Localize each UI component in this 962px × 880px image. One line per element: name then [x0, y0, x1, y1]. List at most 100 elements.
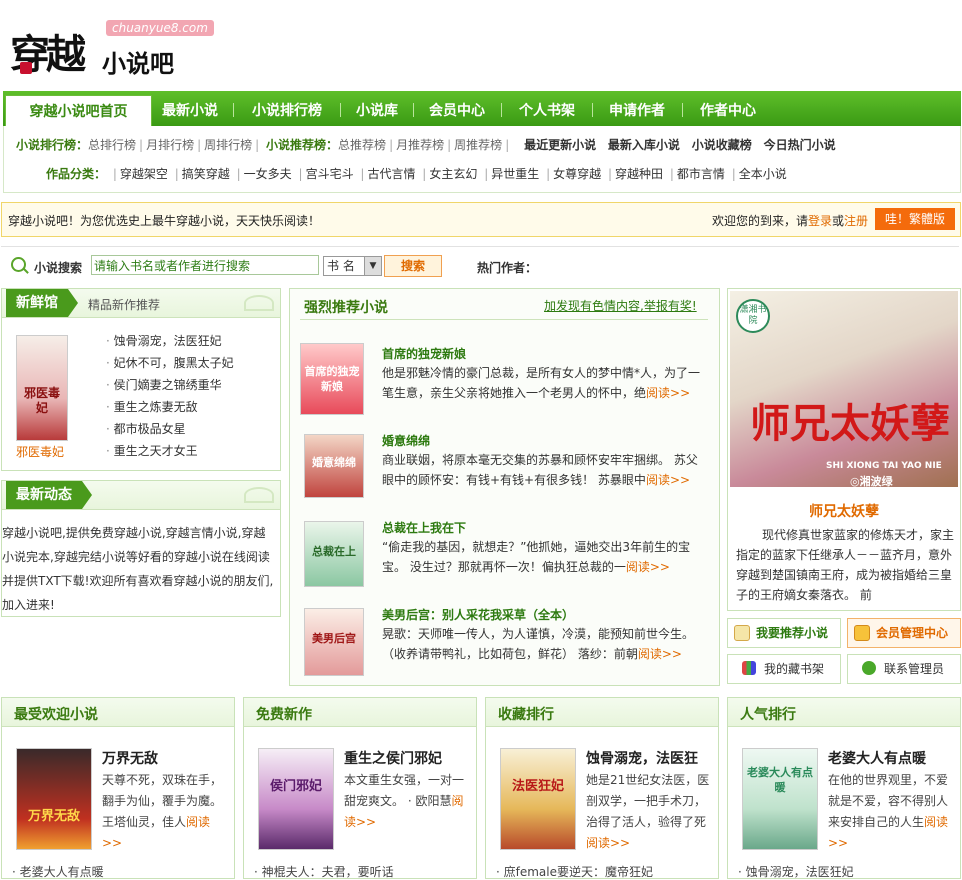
subnav-recommend-label: 小说推荐榜： — [266, 138, 339, 152]
subnav-row-categories: 作品分类： | 穿越架空 | 搞笑穿越 | 一女多夫 | 宫斗宅斗 | 古代言情 | 女主玄… — [46, 167, 787, 181]
recommend-item: 总裁在上 总裁在上我在下 “偷走我的基因，就想走？”他抓她，逼她交出3年前生的宝… — [300, 517, 710, 597]
recommend-novel-label: 我要推荐小说 — [756, 626, 829, 640]
column-foot-item[interactable]: · 神棍夫人：夫君，要听话 — [254, 863, 394, 880]
list-item[interactable]: 妃休不可，腹黑太子妃 — [106, 352, 234, 374]
recommend-panel: 强烈推荐小说 加发现有色情内容,举报有奖! 首席的独宠新娘 首席的独宠新娘 他是… — [289, 288, 720, 686]
nav-tab-ranking[interactable]: 小说排行榜 — [237, 95, 337, 126]
subnav-hot-today-link[interactable]: 今日热门小说 — [764, 138, 836, 152]
subnav-recommend-link[interactable]: 周推荐榜 — [454, 138, 502, 152]
news-panel-tab[interactable]: 最新动态 — [6, 481, 92, 509]
column-book-title[interactable]: 老婆大人有点暖 — [828, 748, 926, 768]
category-link[interactable]: 搞笑穿越 — [182, 167, 230, 181]
recommend-item-title[interactable]: 婚意绵绵 — [382, 432, 430, 449]
recommend-item-desc: 他是邪魅冷情的豪门总裁，是所有女人的梦中情*人，为了一笔生意，亲生父亲将她推入一… — [382, 363, 707, 403]
category-link[interactable]: 穿越种田 — [615, 167, 663, 181]
welcome-or: 或 — [832, 214, 845, 228]
list-item[interactable]: 侯门嫡妻之锦绣重华 — [106, 374, 234, 396]
column-book-cover[interactable]: 侯门邪妃 — [258, 748, 334, 850]
read-more-link[interactable]: 阅读>> — [626, 560, 670, 574]
register-link[interactable]: 注册 — [844, 214, 868, 228]
featured-title[interactable]: 师兄太妖孽 — [728, 501, 960, 521]
column-book-title[interactable]: 蚀骨溺宠，法医狂 — [586, 748, 698, 768]
search-input[interactable] — [91, 255, 319, 275]
column-book-cover[interactable]: 万界无敌 — [16, 748, 92, 850]
subnav-rank-link[interactable]: 总排行榜 — [88, 138, 136, 152]
list-item[interactable]: 蚀骨溺宠，法医狂妃 — [106, 330, 234, 352]
list-item[interactable]: 都市极品女星 — [106, 418, 234, 440]
search-button[interactable]: 搜索 — [384, 255, 442, 277]
pencil-icon — [734, 625, 750, 641]
recommend-cover[interactable]: 总裁在上 — [304, 521, 364, 587]
column-book-cover[interactable]: 法医狂妃 — [500, 748, 576, 850]
column-book-title[interactable]: 重生之侯门邪妃 — [344, 748, 442, 768]
subnav-rank-link[interactable]: 月排行榜 — [146, 138, 194, 152]
list-item[interactable]: 重生之炼妻无敌 — [106, 396, 234, 418]
subnav-latest-update-link[interactable]: 最近更新小说 — [524, 138, 596, 152]
read-more-link[interactable]: 阅读>> — [586, 836, 630, 850]
login-link[interactable]: 登录 — [808, 214, 832, 228]
nav-tab-member[interactable]: 会员中心 — [417, 95, 497, 126]
search-type-select[interactable]: 书 名 ▼ — [323, 256, 382, 276]
nav-tab-library[interactable]: 小说库 — [344, 95, 410, 126]
report-link[interactable]: 加发现有色情内容,举报有奖! — [544, 297, 697, 314]
recommend-cover-title: 总裁在上 — [312, 545, 356, 558]
category-link[interactable]: 穿越架空 — [120, 167, 168, 181]
category-link[interactable]: 都市言情 — [677, 167, 725, 181]
list-item[interactable]: 重生之天才女王 — [106, 440, 234, 462]
recommend-cover[interactable]: 婚意绵绵 — [304, 434, 364, 498]
nav-tab-apply-author[interactable]: 申请作者 — [595, 95, 679, 126]
category-link[interactable]: 全本小说 — [739, 167, 787, 181]
column-book-title[interactable]: 万界无敌 — [102, 748, 158, 768]
subnav-new-arrivals-link[interactable]: 最新入库小说 — [608, 138, 680, 152]
category-link[interactable]: 女主玄幻 — [429, 167, 477, 181]
books-icon — [742, 661, 756, 675]
subnav-recommend-link[interactable]: 总推荐榜 — [338, 138, 386, 152]
recommend-cover-title: 美男后宫 — [312, 632, 356, 645]
bookshelf-button[interactable]: 我的藏书架 — [727, 654, 841, 684]
category-link[interactable]: 古代言情 — [367, 167, 415, 181]
fresh-cover-caption[interactable]: 邪医毒妃 — [16, 443, 64, 460]
site-logo[interactable]: 穿越 小说吧 chuanyue8.com — [6, 14, 221, 84]
search-label: 小说搜索 — [34, 261, 83, 275]
category-link[interactable]: 女尊穿越 — [553, 167, 601, 181]
recommend-item-title[interactable]: 美男后宫：别人采花我采草（全本） — [382, 606, 574, 623]
read-more-link[interactable]: 阅读>> — [638, 647, 682, 661]
nav-tab-author-center[interactable]: 作者中心 — [686, 95, 770, 126]
read-more-link[interactable]: 阅读>> — [646, 473, 690, 487]
subnav-rank-link[interactable]: 周排行榜 — [204, 138, 252, 152]
column-book-desc: 她是21世纪女法医，医剖双学，一把手术刀，治得了活人，验得了死阅读>> — [586, 770, 712, 854]
column-popular: 最受欢迎小说 万界无敌 万界无敌 天尊不死，双珠在手，翻手为仙，覆手为魔。王塔仙… — [1, 697, 235, 879]
recommend-cover[interactable]: 美男后宫 — [304, 608, 364, 676]
nav-tab-latest[interactable]: 最新小说 — [151, 95, 229, 126]
read-more-link[interactable]: 阅读>> — [646, 386, 690, 400]
subnav-favorites-link[interactable]: 小说收藏榜 — [692, 138, 752, 152]
column-header: 收藏排行 — [486, 698, 718, 727]
fresh-book-cover[interactable]: 邪医毒妃 — [16, 335, 68, 441]
column-hot: 人气排行 老婆大人有点暖 老婆大人有点暖 在他的世界观里，不爱就是不爱，容不得别… — [727, 697, 961, 879]
recommend-cover[interactable]: 首席的独宠新娘 — [300, 343, 364, 415]
member-center-button[interactable]: 会员管理中心 — [847, 618, 961, 648]
column-foot-item[interactable]: · 庶female要逆天：魔帝狂妃 — [496, 863, 653, 880]
column-foot-item[interactable]: · 老婆大人有点暖 — [12, 863, 104, 880]
category-link[interactable]: 异世重生 — [491, 167, 539, 181]
column-book-cover[interactable]: 老婆大人有点暖 — [742, 748, 818, 850]
contact-admin-label: 联系管理员 — [884, 662, 945, 676]
featured-cover-pinyin: SHI XIONG TAI YAO NIE — [826, 461, 942, 471]
traditional-chinese-button[interactable]: 哇！繁體版 — [875, 208, 955, 230]
nav-tab-home[interactable]: 穿越小说吧首页 — [5, 95, 152, 127]
subnav-recommend-link[interactable]: 月推荐榜 — [396, 138, 444, 152]
recommend-item-title[interactable]: 首席的独宠新娘 — [382, 345, 466, 362]
contact-admin-button[interactable]: 联系管理员 — [847, 654, 961, 684]
fresh-panel-tab[interactable]: 新鲜馆 — [6, 289, 78, 317]
news-panel: 最新动态 穿越小说吧,提供免费穿越小说,穿越言情小说,穿越小说完本,穿越完结小说… — [1, 480, 281, 617]
logo-sub-text: 小说吧 — [102, 50, 174, 78]
featured-cover[interactable]: 潇湘书院 师兄太妖孽 SHI XIONG TAI YAO NIE ◎湘波绿 — [730, 291, 958, 487]
column-favorites: 收藏排行 法医狂妃 蚀骨溺宠，法医狂 她是21世纪女法医，医剖双学，一把手术刀，… — [485, 697, 719, 879]
recommend-item-title[interactable]: 总裁在上我在下 — [382, 519, 466, 536]
category-link[interactable]: 宫斗宅斗 — [306, 167, 354, 181]
column-foot-item[interactable]: · 蚀骨溺宠，法医狂妃 — [738, 863, 854, 880]
column-title: 人气排行 — [740, 707, 796, 723]
category-link[interactable]: 一女多夫 — [244, 167, 292, 181]
recommend-novel-button[interactable]: 我要推荐小说 — [727, 618, 841, 648]
nav-tab-bookshelf[interactable]: 个人书架 — [505, 95, 589, 126]
